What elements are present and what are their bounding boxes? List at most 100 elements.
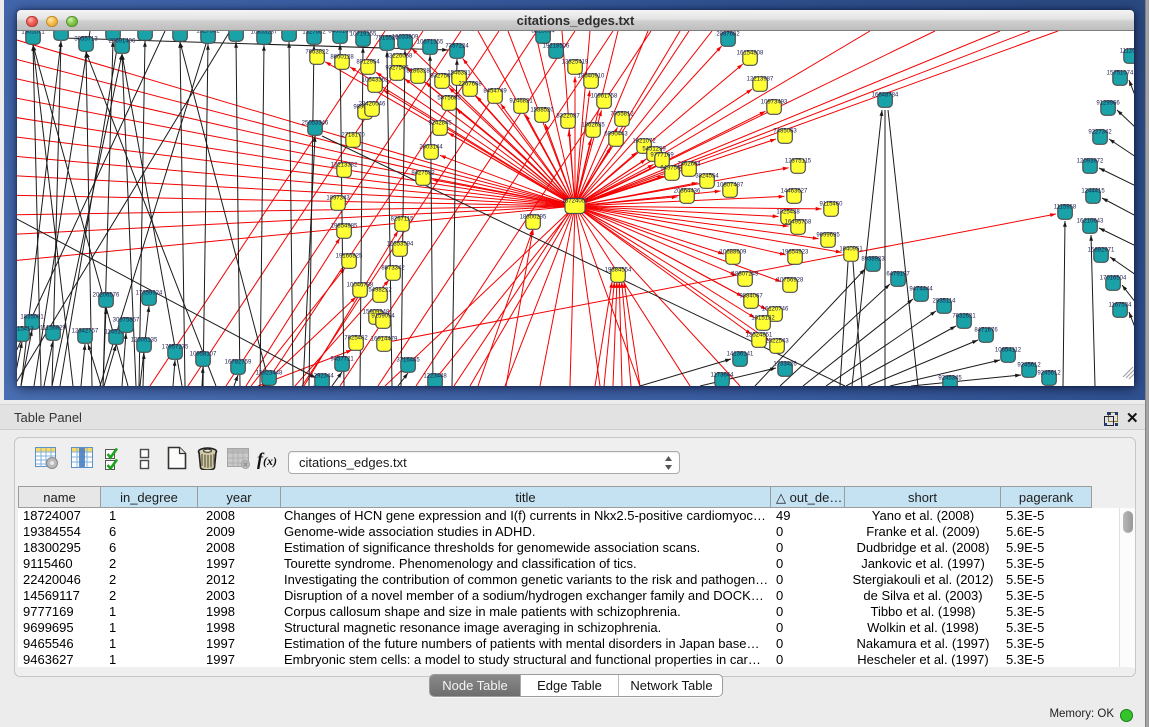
svg-text:20206576: 20206576 bbox=[93, 293, 120, 299]
svg-text:12353594: 12353594 bbox=[387, 242, 414, 248]
svg-text:3055713: 3055713 bbox=[74, 37, 98, 43]
svg-text:6479197: 6479197 bbox=[886, 272, 910, 278]
svg-text:9884067: 9884067 bbox=[739, 294, 763, 300]
svg-text:1733426: 1733426 bbox=[773, 362, 797, 368]
svg-text:1167534: 1167534 bbox=[1109, 303, 1133, 309]
svg-text:8267115: 8267115 bbox=[391, 217, 415, 223]
svg-text:25053346: 25053346 bbox=[302, 121, 329, 127]
svg-text:9471066: 9471066 bbox=[133, 31, 157, 32]
svg-text:2367608: 2367608 bbox=[458, 82, 482, 88]
svg-text:10853287: 10853287 bbox=[251, 31, 278, 36]
svg-text:1292344: 1292344 bbox=[310, 374, 334, 380]
svg-text:8912954: 8912954 bbox=[356, 60, 380, 66]
svg-text:15692971: 15692971 bbox=[1088, 248, 1115, 254]
svg-text:1546331: 1546331 bbox=[447, 71, 471, 77]
svg-text:18300295: 18300295 bbox=[520, 215, 547, 221]
svg-text:16648784: 16648784 bbox=[872, 93, 899, 99]
svg-text:1527602: 1527602 bbox=[277, 31, 301, 33]
svg-text:16914479: 16914479 bbox=[371, 337, 398, 343]
svg-text:2069140: 2069140 bbox=[49, 31, 73, 32]
svg-text:9115460: 9115460 bbox=[820, 202, 844, 208]
svg-text:23226058: 23226058 bbox=[386, 54, 413, 60]
svg-text:13325419: 13325419 bbox=[562, 60, 589, 66]
svg-text:12213987: 12213987 bbox=[747, 77, 774, 83]
svg-text:1097343: 1097343 bbox=[326, 196, 350, 202]
svg-text:1025438: 1025438 bbox=[776, 210, 800, 216]
svg-text:7663822: 7663822 bbox=[305, 50, 329, 56]
svg-text:10756928: 10756928 bbox=[777, 278, 804, 284]
svg-text:8813054: 8813054 bbox=[531, 31, 555, 35]
svg-text:19854985: 19854985 bbox=[331, 224, 358, 230]
svg-text:16120746: 16120746 bbox=[762, 307, 789, 313]
svg-text:10543362: 10543362 bbox=[362, 78, 389, 84]
svg-text:20691406: 20691406 bbox=[109, 39, 136, 45]
svg-text:8938923: 8938923 bbox=[861, 257, 885, 263]
svg-text:18807249: 18807249 bbox=[732, 272, 759, 278]
svg-text:19166825: 19166825 bbox=[336, 254, 363, 260]
svg-text:12923448: 12923448 bbox=[256, 371, 283, 377]
svg-text:16154808: 16154808 bbox=[737, 51, 764, 57]
svg-text:30975857: 30975857 bbox=[113, 318, 140, 324]
svg-text:16033809: 16033809 bbox=[392, 35, 419, 41]
svg-text:2935114: 2935114 bbox=[933, 299, 957, 305]
svg-text:1085328: 1085328 bbox=[168, 31, 192, 33]
svg-text:9245612: 9245612 bbox=[1017, 363, 1041, 369]
svg-text:1112045: 1112045 bbox=[1120, 49, 1134, 55]
svg-text:1115958: 1115958 bbox=[1054, 205, 1077, 211]
svg-text:23420046: 23420046 bbox=[359, 102, 386, 108]
svg-text:1173644: 1173644 bbox=[711, 373, 735, 379]
svg-text:1244415: 1244415 bbox=[1081, 189, 1105, 195]
svg-text:2522543: 2522543 bbox=[765, 339, 789, 345]
svg-text:8471676: 8471676 bbox=[974, 328, 998, 334]
svg-text:12342757: 12342757 bbox=[72, 329, 99, 335]
svg-text:5498222: 5498222 bbox=[368, 288, 392, 294]
svg-text:1615132: 1615132 bbox=[751, 316, 775, 322]
svg-text:2803144: 2803144 bbox=[419, 145, 443, 151]
svg-text:10654112: 10654112 bbox=[995, 348, 1022, 354]
svg-text:1527602: 1527602 bbox=[302, 31, 326, 36]
svg-text:16495758: 16495758 bbox=[785, 220, 812, 226]
svg-text:1640951: 1640951 bbox=[839, 247, 863, 253]
svg-text:12093872: 12093872 bbox=[1077, 159, 1104, 165]
svg-text:9777169: 9777169 bbox=[650, 153, 674, 159]
svg-text:8673342: 8673342 bbox=[381, 266, 405, 272]
svg-text:16210643: 16210643 bbox=[1077, 219, 1104, 225]
svg-text:1588520: 1588520 bbox=[530, 108, 554, 114]
svg-text:18724007: 18724007 bbox=[562, 199, 589, 205]
svg-text:10688609: 10688609 bbox=[720, 250, 747, 256]
svg-text:11156829: 11156829 bbox=[40, 326, 66, 332]
svg-text:1527602: 1527602 bbox=[196, 31, 220, 35]
svg-text:7462664: 7462664 bbox=[677, 162, 701, 168]
svg-text:9227342: 9227342 bbox=[1088, 130, 1112, 136]
svg-text:1223448: 1223448 bbox=[423, 374, 447, 380]
svg-text:6990443: 6990443 bbox=[604, 132, 628, 138]
svg-text:19384554: 19384554 bbox=[605, 268, 632, 274]
svg-text:9245612: 9245612 bbox=[1037, 371, 1061, 377]
svg-text:1061406: 1061406 bbox=[101, 31, 125, 32]
svg-text:9699695: 9699695 bbox=[816, 233, 840, 239]
svg-text:9146821: 9146821 bbox=[509, 99, 533, 105]
svg-text:20364436: 20364436 bbox=[674, 189, 701, 195]
svg-text:1905571: 1905571 bbox=[21, 31, 45, 36]
svg-text:1835001: 1835001 bbox=[20, 315, 44, 321]
svg-text:1621072: 1621072 bbox=[632, 139, 656, 145]
svg-text:16782759: 16782759 bbox=[225, 360, 252, 366]
svg-text:10807487: 10807487 bbox=[717, 183, 744, 189]
svg-text:9457721: 9457721 bbox=[330, 357, 354, 363]
svg-text:3716485: 3716485 bbox=[396, 358, 420, 364]
svg-text:17957275: 17957275 bbox=[162, 345, 189, 351]
svg-text:7955812: 7955812 bbox=[610, 112, 634, 118]
svg-text:9129966: 9129966 bbox=[1096, 101, 1120, 107]
svg-text:2718170: 2718170 bbox=[341, 133, 365, 139]
svg-text:9474444: 9474444 bbox=[909, 287, 933, 293]
svg-text:10961758: 10961758 bbox=[591, 94, 618, 100]
svg-text:1362635: 1362635 bbox=[581, 123, 605, 129]
svg-text:10973493: 10973493 bbox=[761, 100, 788, 106]
svg-text:3915413: 3915413 bbox=[17, 327, 34, 333]
svg-text:5875685: 5875685 bbox=[437, 96, 461, 102]
svg-text:8427552: 8427552 bbox=[411, 171, 435, 177]
svg-text:9245345: 9245345 bbox=[938, 376, 962, 382]
svg-text:7625402: 7625402 bbox=[344, 336, 368, 342]
svg-text:10958107: 10958107 bbox=[190, 352, 217, 358]
svg-text:8186328: 8186328 bbox=[406, 69, 430, 75]
